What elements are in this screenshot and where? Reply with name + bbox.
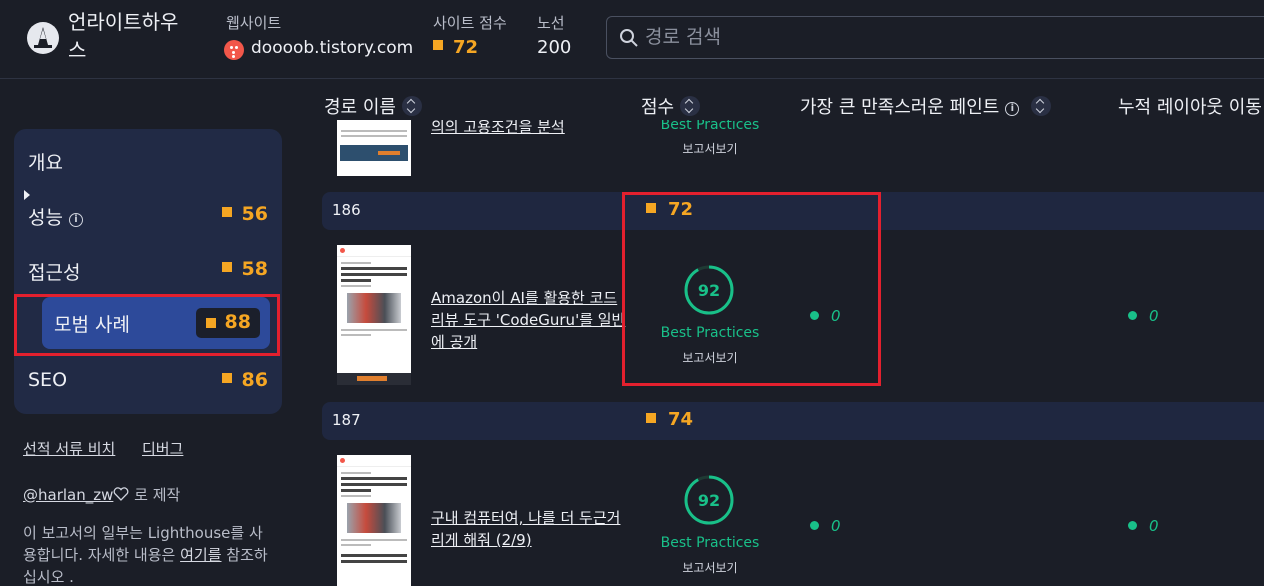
status-dot-icon [1128, 521, 1137, 530]
route-path-link[interactable]: Amazon이 AI를 활용한 코드 리뷰 도구 'CodeGuru'를 일반에… [431, 287, 631, 353]
best-practices-score: 92 [697, 491, 721, 510]
brand-name[interactable]: 언라이트하우스 [68, 8, 188, 64]
route-path-link[interactable]: 의의 고용조건을 분석 [431, 120, 631, 138]
column-header-score[interactable]: 점수 [641, 93, 701, 119]
cls-metric: 0 [1128, 517, 1159, 535]
sidebar-item-performance[interactable]: 성능 i 56 [14, 189, 282, 239]
row-number: 187 [332, 411, 361, 429]
search-icon [620, 29, 638, 47]
view-report-link[interactable]: 보고서보기 [640, 559, 780, 576]
info-icon[interactable]: i [1005, 102, 1020, 116]
status-dot-icon [810, 521, 819, 530]
search-box[interactable] [606, 16, 1264, 59]
sidebar-item-score: 56 [221, 203, 268, 225]
column-header-path[interactable]: 경로 이름 [324, 93, 422, 119]
highlight-box-score [622, 192, 881, 386]
view-report-link[interactable]: 보고서보기 [640, 140, 780, 157]
routes-value: 200 [537, 37, 572, 58]
sidebar-item-label: SEO [28, 369, 68, 391]
sidebar-item-label: 접근성 [28, 262, 81, 284]
table-group-row[interactable]: 187 74 [322, 402, 1264, 440]
sidebar-item-score: 58 [221, 258, 268, 280]
page-thumbnail[interactable] [337, 120, 411, 176]
made-by-text: @harlan_zw 로 제작 [23, 486, 181, 504]
site-score-value: 72 [433, 37, 478, 58]
site-score-label: 사이트 점수 [433, 14, 507, 32]
score-indicator-icon [433, 40, 443, 50]
category-label: Best Practices [660, 120, 760, 133]
sidebar-item-seo[interactable]: SEO 86 [14, 355, 282, 405]
page-thumbnail[interactable] [337, 245, 411, 385]
info-icon[interactable]: i [68, 213, 83, 227]
docs-link[interactable]: 선적 서류 비치 [23, 438, 115, 459]
here-link[interactable]: 여기를 [180, 546, 221, 564]
routes-label: 노선 [537, 14, 565, 32]
caret-right-icon [24, 190, 30, 200]
lighthouse-logo-icon[interactable] [26, 21, 60, 55]
sort-icon[interactable] [680, 96, 701, 116]
sidebar-item-score: 86 [221, 369, 268, 391]
row-score: 74 [646, 409, 693, 430]
sidebar-item-accessibility[interactable]: 접근성 58 [14, 244, 282, 294]
sort-icon[interactable] [401, 96, 422, 116]
route-path-link[interactable]: 구내 컴퓨터여, 나를 더 두근거리게 해줘 (2/9) [431, 507, 631, 551]
score-indicator-icon [646, 413, 656, 423]
lighthouse-note: 이 보고서의 일부는 Lighthouse를 사용합니다. 자세한 내용은 여기… [23, 524, 268, 586]
lcp-metric: 0 [810, 517, 841, 535]
cls-metric: 0 [1128, 307, 1159, 325]
page-thumbnail[interactable] [337, 455, 411, 586]
website-value[interactable]: doooob.tistory.com [251, 38, 413, 58]
score-indicator-icon [221, 262, 232, 272]
debug-link[interactable]: 디버그 [142, 438, 183, 459]
author-link[interactable]: @harlan_zw [23, 486, 113, 504]
search-input[interactable] [645, 23, 1245, 51]
score-indicator-icon [221, 207, 232, 217]
heart-icon [113, 487, 129, 501]
site-favicon-icon [224, 40, 244, 60]
header: 언라이트하우스 웹사이트 doooob.tistory.com 사이트 점수 7… [0, 0, 1264, 79]
status-dot-icon [1128, 311, 1137, 320]
row-number: 186 [332, 201, 361, 219]
column-header-lcp[interactable]: 가장 큰 만족스러운 페인트 i [800, 93, 1052, 119]
partial-table-row: 의의 고용조건을 분석 Best Practices 보고서보기 [0, 120, 1264, 178]
highlight-box-sidebar [14, 294, 280, 356]
category-label: Best Practices [660, 535, 760, 551]
sidebar-item-label: 성능 i [28, 203, 83, 230]
sort-icon[interactable] [1031, 96, 1052, 116]
column-header-cls[interactable]: 누적 레이아웃 이동 [1118, 93, 1262, 119]
score-indicator-icon [221, 373, 232, 383]
website-label: 웹사이트 [226, 14, 282, 32]
